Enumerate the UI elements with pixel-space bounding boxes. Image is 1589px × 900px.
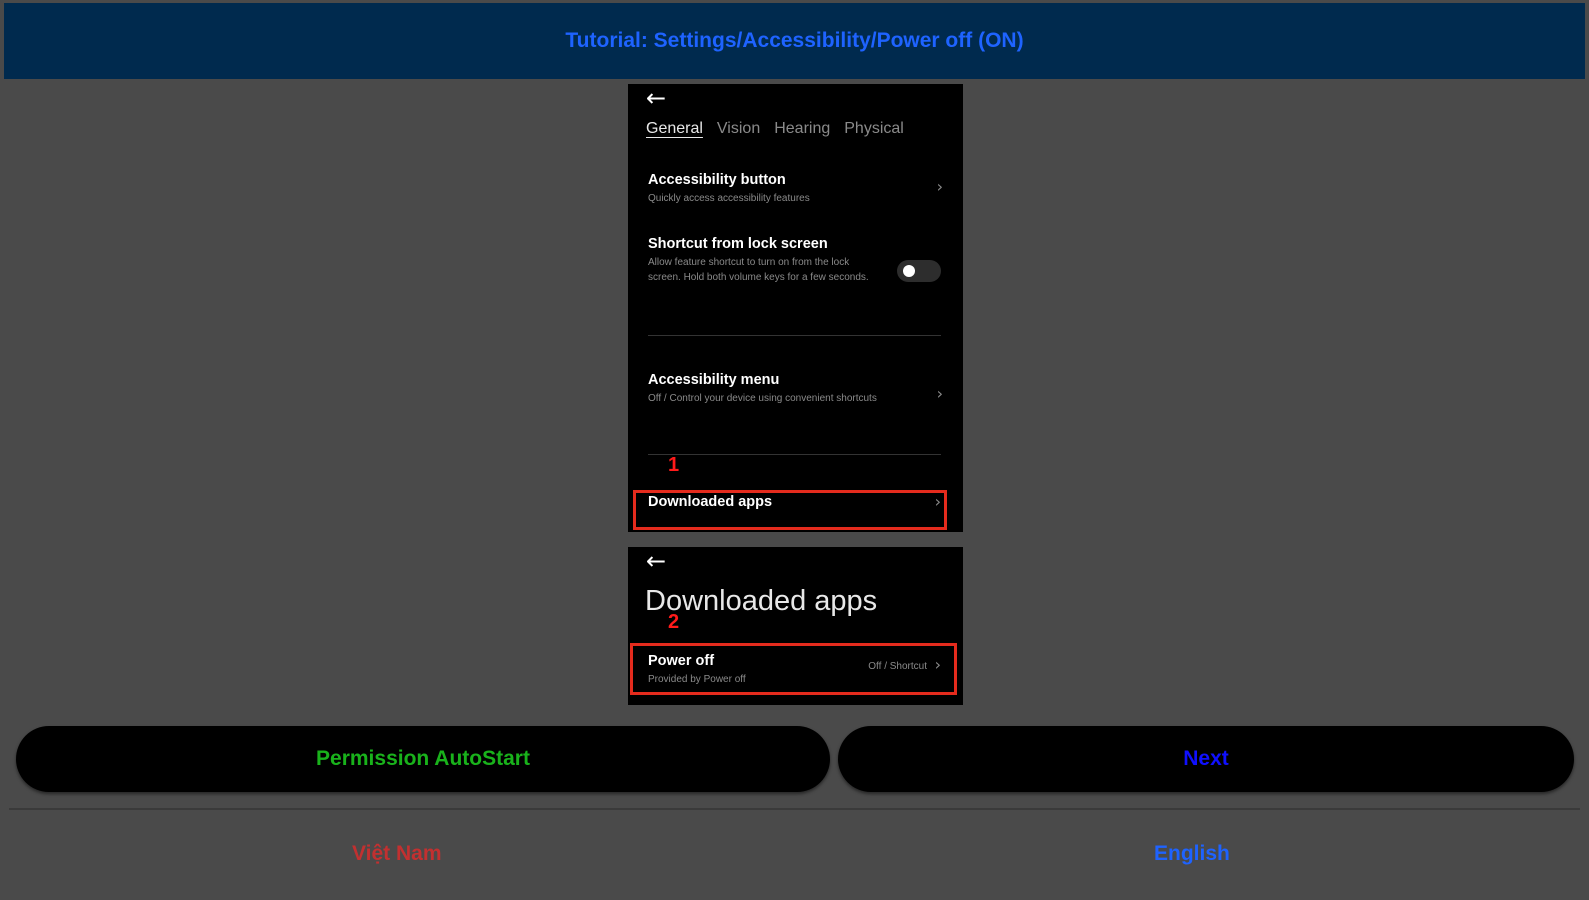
toggle-knob xyxy=(903,265,915,277)
tab-physical: Physical xyxy=(844,120,904,137)
accessibility-button-title: Accessibility button xyxy=(648,172,786,188)
tab-general: General xyxy=(646,120,703,137)
back-arrow-icon: ← xyxy=(646,84,667,112)
chevron-right-icon: › xyxy=(934,492,941,511)
next-button[interactable]: Next xyxy=(838,726,1574,792)
power-off-subtitle: Provided by Power off xyxy=(648,674,746,685)
tutorial-screenshot-accessibility: ← General Vision Hearing Physical Access… xyxy=(628,84,963,532)
power-off-status: Off / Shortcut xyxy=(868,661,927,672)
chevron-right-icon: › xyxy=(936,384,943,403)
shortcut-lock-screen-subtitle: Allow feature shortcut to turn on from t… xyxy=(648,257,869,283)
downloaded-apps-heading: Downloaded apps xyxy=(645,585,878,617)
chevron-right-icon: › xyxy=(934,655,941,674)
chevron-right-icon: › xyxy=(936,177,943,196)
step-number-1: 1 xyxy=(668,454,680,476)
accessibility-button-subtitle: Quickly access accessibility features xyxy=(648,193,810,204)
divider xyxy=(648,335,941,336)
permission-autostart-button[interactable]: Permission AutoStart xyxy=(16,726,830,792)
step-number-2: 2 xyxy=(668,611,680,633)
divider xyxy=(9,808,1580,810)
tab-vision: Vision xyxy=(716,120,761,137)
accessibility-menu-title: Accessibility menu xyxy=(648,372,780,388)
downloaded-apps-title: Downloaded apps xyxy=(648,494,773,510)
power-off-title: Power off xyxy=(648,653,715,669)
divider xyxy=(648,454,941,455)
accessibility-tabs: General Vision Hearing Physical xyxy=(646,120,904,138)
back-arrow-icon: ← xyxy=(646,547,667,575)
header-bar: Tutorial: Settings/Accessibility/Power o… xyxy=(4,3,1585,79)
language-english-link[interactable]: English xyxy=(1154,842,1230,866)
shortcut-lock-screen-title: Shortcut from lock screen xyxy=(648,236,828,252)
accessibility-menu-subtitle: Off / Control your device using convenie… xyxy=(648,393,877,404)
language-vietnam-link[interactable]: Việt Nam xyxy=(352,842,442,866)
tab-hearing: Hearing xyxy=(774,120,831,137)
page-title: Tutorial: Settings/Accessibility/Power o… xyxy=(565,29,1024,52)
shortcut-toggle xyxy=(897,260,941,282)
tutorial-screenshot-downloaded-apps: ← Downloaded apps 2 Power off Provided b… xyxy=(628,547,963,705)
